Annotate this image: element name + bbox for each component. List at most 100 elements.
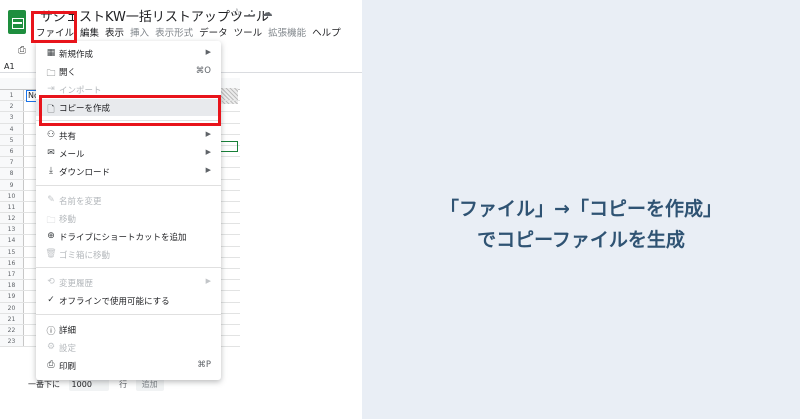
menu-item-offline[interactable]: ✓ オフラインで使用可能にする bbox=[36, 292, 221, 309]
menu-separator bbox=[36, 185, 221, 186]
row-number[interactable]: 12 bbox=[0, 213, 24, 224]
row-number[interactable]: 7 bbox=[0, 157, 24, 168]
menu-item-trash: 🗑 ゴミ箱に移動 bbox=[36, 246, 221, 263]
row-number[interactable]: 5 bbox=[0, 134, 24, 145]
submenu-arrow-icon: ▶ bbox=[205, 166, 211, 174]
menu-item-label: ドライブにショートカットを追加 bbox=[59, 233, 187, 243]
folder-icon: 🗀 bbox=[46, 69, 56, 79]
new-sheet-icon: ▦ bbox=[46, 48, 56, 58]
row-number[interactable]: 16 bbox=[0, 257, 24, 268]
menu-item-history: ⟲ 変更履歴 ▶ bbox=[36, 274, 221, 291]
info-icon: ⓘ bbox=[46, 327, 56, 337]
submenu-arrow-icon: ▶ bbox=[205, 148, 211, 156]
share-person-icon: ⚇ bbox=[46, 130, 56, 140]
row-number[interactable]: 10 bbox=[0, 190, 24, 201]
menu-separator bbox=[36, 314, 221, 315]
row-number[interactable]: 17 bbox=[0, 269, 24, 280]
move-folder-icon: 🗀 bbox=[46, 216, 56, 226]
row-number[interactable]: 20 bbox=[0, 302, 24, 313]
row-number[interactable]: 23 bbox=[0, 336, 24, 347]
title-icons: ☆⛬☁ bbox=[232, 6, 279, 20]
row-number[interactable]: 8 bbox=[0, 168, 24, 179]
mail-icon: ✉ bbox=[47, 148, 55, 158]
menu-separator bbox=[36, 267, 221, 268]
menu-item-share[interactable]: ⚇ 共有 ▶ bbox=[36, 127, 221, 144]
menu-item-label: 詳細 bbox=[59, 326, 77, 336]
menu-item-download[interactable]: ⤓ ダウンロード ▶ bbox=[36, 163, 221, 180]
row-number[interactable]: 15 bbox=[0, 246, 24, 257]
menubar-item-4[interactable]: 表示形式 bbox=[155, 25, 193, 41]
row-number[interactable]: 1 bbox=[0, 90, 24, 101]
add-rows-unit: 行 bbox=[119, 380, 128, 389]
menubar-item-5[interactable]: データ bbox=[199, 25, 228, 41]
menu-item-label: 共有 bbox=[59, 132, 77, 142]
submenu-arrow-icon: ▶ bbox=[205, 48, 211, 56]
row-number[interactable]: 14 bbox=[0, 235, 24, 246]
row-number[interactable]: 11 bbox=[0, 201, 24, 213]
print-icon[interactable]: ⎙ bbox=[18, 45, 26, 56]
highlight-box-file-menu bbox=[31, 11, 77, 43]
menu-item-label: 設定 bbox=[59, 344, 77, 354]
name-box[interactable]: A1 bbox=[4, 62, 15, 71]
spreadsheet-screenshot: サジェストKW一括リストアップツール ☆⛬☁ ファイル 編集 表示 挿入 表示形式 データ… bbox=[0, 0, 362, 419]
move-to-drive-icon[interactable]: ⛬ bbox=[248, 6, 262, 19]
menu-shortcut: ⌘O bbox=[195, 66, 211, 76]
menubar-item-8[interactable]: ヘルプ bbox=[312, 25, 341, 41]
row-number[interactable]: 18 bbox=[0, 280, 24, 291]
row-number[interactable]: 13 bbox=[0, 224, 24, 235]
row-number[interactable]: 4 bbox=[0, 123, 24, 134]
submenu-arrow-icon: ▶ bbox=[205, 277, 211, 285]
row-number[interactable]: 2 bbox=[0, 101, 24, 112]
menubar-item-6[interactable]: ツール bbox=[234, 25, 263, 41]
import-icon: ⇥ bbox=[47, 84, 55, 94]
menu-item-move: 🗀 移動 bbox=[36, 210, 221, 227]
menu-item-mail[interactable]: ✉ メール ▶ bbox=[36, 145, 221, 162]
star-icon[interactable]: ☆ bbox=[232, 6, 248, 19]
menu-item-label: 開く bbox=[59, 68, 77, 78]
menu-item-label: オフラインで使用可能にする bbox=[59, 297, 170, 307]
row-number[interactable]: 22 bbox=[0, 324, 24, 336]
row-number[interactable]: 9 bbox=[0, 179, 24, 190]
menubar-item-3[interactable]: 挿入 bbox=[130, 25, 149, 41]
menu-item-print[interactable]: ⎙ 印刷 ⌘P bbox=[36, 357, 221, 374]
highlight-box-make-copy bbox=[39, 95, 221, 126]
download-icon: ⤓ bbox=[49, 166, 53, 176]
menubar-item-1[interactable]: 編集 bbox=[80, 25, 99, 41]
menu-item-label: 新規作成 bbox=[59, 50, 94, 60]
caption-line-2: でコピーファイルを生成 bbox=[477, 229, 685, 251]
caption: 「ファイル」→「コピーを作成」 でコピーファイルを生成 bbox=[362, 194, 800, 256]
file-menu-dropdown: ▦ 新規作成 ▶ 🗀 開く ⌘O ⇥ インポート 🗋 コピーを作成 ⚇ 共有 ▶ ✉ メール ▶ ⤓ ダウンロード… bbox=[36, 41, 221, 380]
menu-item-label: 移動 bbox=[59, 215, 77, 225]
menu-item-new[interactable]: ▦ 新規作成 ▶ bbox=[36, 45, 221, 62]
trash-icon: 🗑 bbox=[45, 249, 57, 259]
menubar-item-7[interactable]: 拡張機能 bbox=[268, 25, 306, 41]
menu-shortcut: ⌘P bbox=[197, 360, 211, 370]
menu-item-label: 名前を変更 bbox=[59, 197, 102, 207]
offline-check-icon: ✓ bbox=[47, 295, 55, 305]
selected-cell-outline bbox=[219, 141, 238, 152]
menu-item-rename: ✎ 名前を変更 bbox=[36, 192, 221, 209]
menu-bar: ファイル 編集 表示 挿入 表示形式 データ ツール 拡張機能 ヘルプ bbox=[36, 25, 347, 41]
gear-icon: ⚙ bbox=[46, 342, 56, 352]
submenu-arrow-icon: ▶ bbox=[205, 130, 211, 138]
drive-shortcut-icon: ⊕ bbox=[47, 231, 55, 241]
history-icon: ⟲ bbox=[47, 277, 55, 287]
menu-item-label: 変更履歴 bbox=[59, 279, 94, 289]
menu-item-open[interactable]: 🗀 開く ⌘O bbox=[36, 63, 221, 80]
menu-item-shortcut[interactable]: ⊕ ドライブにショートカットを追加 bbox=[36, 228, 221, 245]
menu-item-label: ダウンロード bbox=[59, 168, 111, 178]
menu-item-label: メール bbox=[59, 150, 85, 160]
sheets-logo-icon[interactable] bbox=[8, 10, 26, 34]
row-number[interactable]: 19 bbox=[0, 291, 24, 302]
menu-item-label: ゴミ箱に移動 bbox=[59, 251, 111, 261]
menu-item-details[interactable]: ⓘ 詳細 bbox=[36, 321, 221, 338]
row-number[interactable]: 21 bbox=[0, 313, 24, 324]
add-rows-label: 一番下に bbox=[28, 380, 60, 389]
rename-icon: ✎ bbox=[47, 195, 55, 205]
row-number[interactable]: 3 bbox=[0, 112, 24, 123]
caption-line-1: 「ファイル」→「コピーを作成」 bbox=[440, 198, 722, 220]
row-number[interactable]: 6 bbox=[0, 145, 24, 157]
cloud-saved-icon[interactable]: ☁ bbox=[262, 6, 279, 19]
menubar-item-2[interactable]: 表示 bbox=[105, 25, 124, 41]
menu-item-settings: ⚙ 設定 bbox=[36, 339, 221, 356]
